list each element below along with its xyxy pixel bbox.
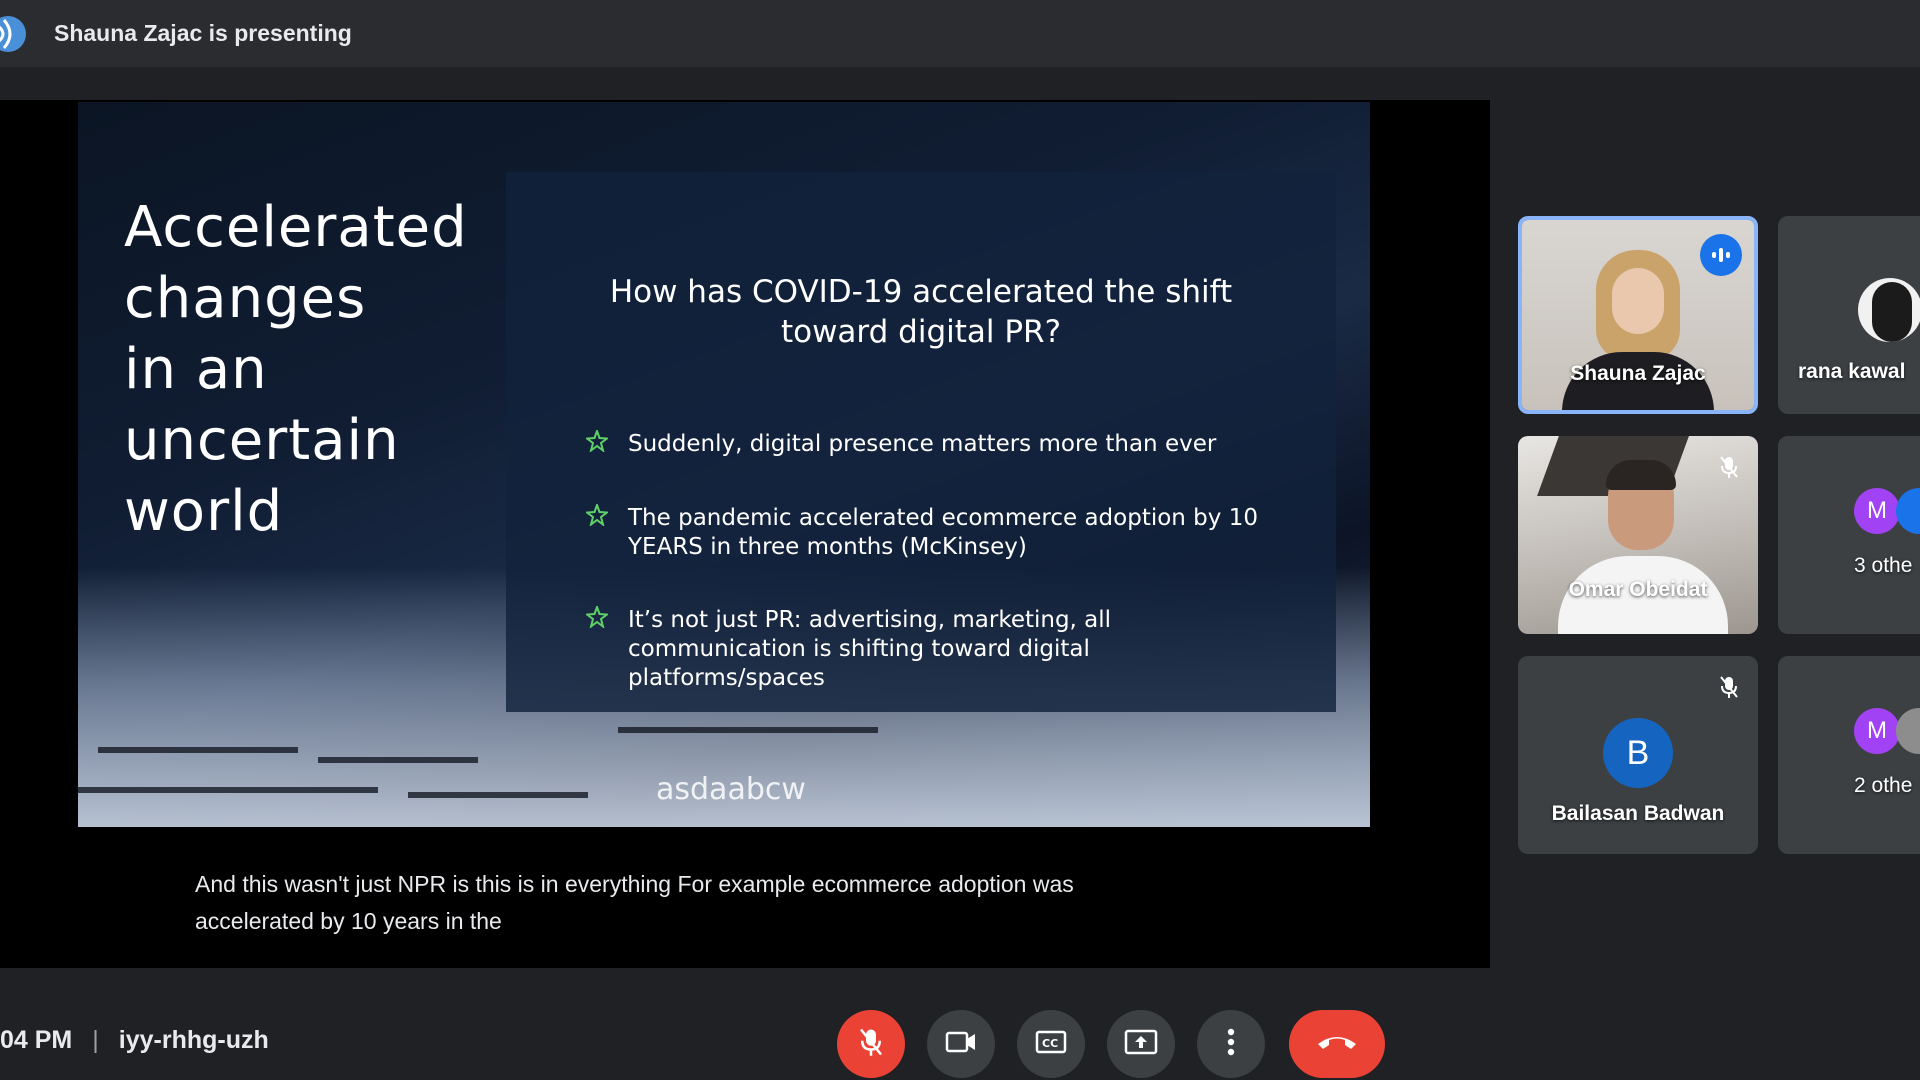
participant-avatar xyxy=(1896,708,1920,754)
camera-toggle-button[interactable] xyxy=(927,1010,995,1078)
captions-button[interactable]: CC xyxy=(1017,1010,1085,1078)
participant-avatar: M xyxy=(1854,708,1900,754)
svg-text:CC: CC xyxy=(1042,1037,1058,1050)
present-screen-icon xyxy=(1124,1029,1158,1060)
presentation-stage: Accelerated changes in an uncertain worl… xyxy=(0,100,1490,968)
top-bar: Shauna Zajac is presenting xyxy=(0,0,1920,67)
slide-title: Accelerated changes in an uncertain worl… xyxy=(124,195,468,544)
slide-bullet: The pandemic accelerated ecommerce adopt… xyxy=(584,502,1286,562)
mic-toggle-button[interactable] xyxy=(837,1010,905,1078)
present-screen-button[interactable] xyxy=(1107,1010,1175,1078)
participant-name: Omar Obeidat xyxy=(1568,578,1708,601)
presentation-globe-icon xyxy=(0,14,30,54)
participant-avatar: M xyxy=(1854,488,1900,534)
participant-name: Shauna Zajac xyxy=(1570,362,1706,385)
slide-content-panel: How has COVID-19 accelerated the shift t… xyxy=(506,172,1336,712)
participant-tile-bailasan[interactable]: B Bailasan Badwan xyxy=(1518,656,1758,854)
mic-muted-icon xyxy=(1714,452,1744,482)
presenting-label: Shauna Zajac is presenting xyxy=(54,20,352,46)
mic-off-icon xyxy=(858,1027,884,1062)
speaking-indicator-icon xyxy=(1700,234,1742,276)
leave-call-button[interactable] xyxy=(1289,1010,1385,1078)
call-controls: CC xyxy=(0,1010,1920,1080)
participant-avatar: B xyxy=(1603,718,1673,788)
closed-captions-icon: CC xyxy=(1035,1030,1067,1059)
participant-tile-rana[interactable]: rana kawal xyxy=(1778,216,1920,414)
star-bullet-icon xyxy=(584,502,628,562)
hang-up-icon xyxy=(1315,1032,1359,1057)
video-camera-icon xyxy=(945,1031,977,1058)
more-options-button[interactable] xyxy=(1197,1010,1265,1078)
participant-name: Bailasan Badwan xyxy=(1551,802,1725,825)
mic-muted-icon xyxy=(1714,672,1744,702)
slide-question: How has COVID-19 accelerated the shift t… xyxy=(609,274,1233,350)
slide-bullet: It’s not just PR: advertising, marketing… xyxy=(584,604,1286,693)
star-bullet-icon xyxy=(584,604,628,693)
others-label: 3 othe xyxy=(1854,554,1913,577)
more-vert-icon xyxy=(1227,1028,1235,1061)
slide-logo: asdaabcw xyxy=(656,772,806,807)
participant-tile-3-others[interactable]: M 3 othe xyxy=(1778,436,1920,634)
participant-name: rana kawal xyxy=(1798,360,1906,383)
participant-tile-shauna[interactable]: Shauna Zajac xyxy=(1518,216,1758,414)
participant-tile-2-others[interactable]: M 2 othe xyxy=(1778,656,1920,854)
star-bullet-icon xyxy=(584,428,628,460)
others-label: 2 othe xyxy=(1854,774,1913,797)
live-captions: And this wasn't just NPR is this is in e… xyxy=(195,871,1074,934)
participant-avatar xyxy=(1858,278,1920,342)
participant-avatar xyxy=(1896,488,1920,534)
shared-slide: Accelerated changes in an uncertain worl… xyxy=(78,102,1370,827)
slide-bullet: Suddenly, digital presence matters more … xyxy=(584,428,1286,460)
participant-tile-omar[interactable]: Omar Obeidat xyxy=(1518,436,1758,634)
